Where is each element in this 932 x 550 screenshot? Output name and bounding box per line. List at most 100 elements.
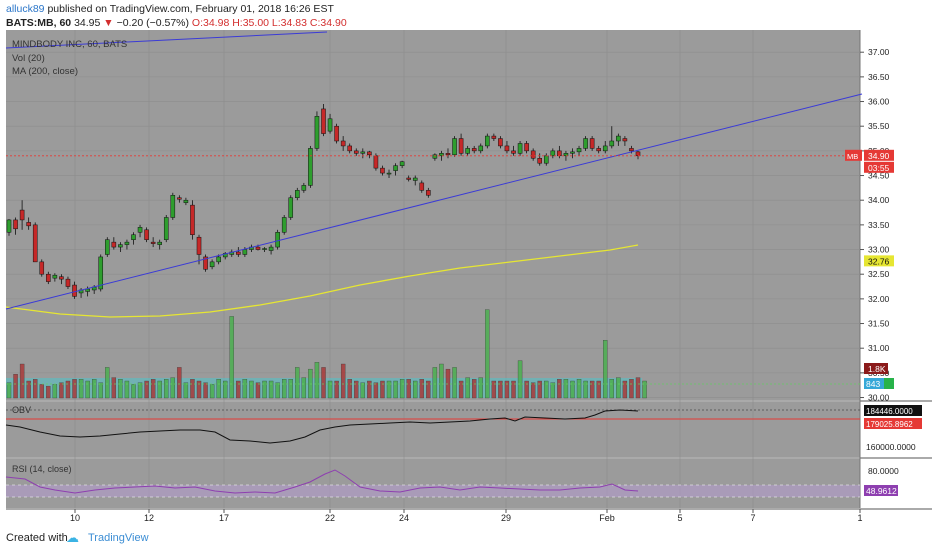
volume-bar [209,384,215,399]
volume-bar [419,379,424,399]
candle [105,237,110,257]
volume-bar [360,382,365,399]
price-tick-label: 31.00 [868,343,890,353]
time-tick-label: 5 [677,513,682,523]
volume-bar [367,380,372,399]
candle-body [144,229,149,240]
price-tick-label: 34.00 [868,195,890,205]
tradingview-brand[interactable]: TradingView [88,532,149,544]
candle [334,123,339,144]
volume-bar [530,382,536,399]
candle-body [478,145,484,152]
time-tick-label: 17 [219,513,229,523]
rsi-value-label: 48.9612 [866,486,897,496]
candle [314,111,320,151]
candle-body [105,239,110,255]
volume-bar [465,377,470,399]
volume-bar [249,380,254,399]
obv-signal-label: 179025.8962 [866,420,913,429]
time-tick-label: 1 [857,513,862,523]
candle-body [288,197,294,218]
candle-body [393,165,398,171]
legend-ma: MA (200, close) [12,66,78,77]
volume-bar [491,380,497,399]
candle-body [589,138,595,149]
candle-body [163,217,169,240]
price-tick-label: 31.50 [868,319,890,329]
candle-body [59,276,64,280]
candle-body [170,195,176,218]
volume-bar [91,379,97,399]
candle-body [150,241,156,244]
candle-body [72,284,77,297]
volume-bar [340,363,346,399]
candle [321,104,326,137]
volume-bar [236,380,241,399]
candle-body [295,190,300,198]
price-tick-label: 33.00 [868,245,890,255]
candle-body [530,150,536,159]
volume-bar [445,368,451,399]
volume-bar [603,340,608,399]
candle [281,215,287,235]
candle-body [124,241,130,245]
legend-rsi: RSI (14, close) [12,464,72,474]
rsi-pane [6,459,860,508]
candle-body [380,167,385,174]
volume-bar [622,380,628,399]
candle-body [360,151,366,154]
candle-body [255,246,261,250]
time-tick-label: 22 [325,513,335,523]
candle-body [6,219,12,233]
chart-canvas[interactable]: 101217222429Feb57137.0036.5036.0035.5035… [0,0,932,525]
volume-bar [504,380,510,399]
volume-bar [642,380,647,399]
volume-bar [596,380,601,399]
volume-bar [406,379,411,399]
candle-body [32,224,38,263]
candle-body [458,138,464,154]
volume-bar [576,379,582,399]
candle-body [465,148,470,154]
volume-bar [170,377,175,399]
volume-bar [537,380,542,399]
candle-body [268,246,274,251]
volume-bar [439,363,444,399]
time-tick-label: 10 [70,513,80,523]
candle-body [131,234,136,240]
price-tick-label: 30.00 [868,393,890,403]
candle-body [432,154,438,159]
candle-body [177,197,182,200]
candle-body [301,185,307,191]
candle-body [196,236,202,255]
volume-bar [301,377,307,399]
volume-avg-label: 843 [866,379,880,389]
candle-body [308,148,313,186]
volume-bar [616,377,621,399]
candle-body [209,261,215,268]
candle-body [321,108,326,134]
candle-body [242,249,248,255]
time-tick-label: 7 [750,513,755,523]
volume-bar [85,380,90,399]
candle-body [406,177,411,180]
volume-bar [59,382,64,399]
volume-bar [570,380,575,399]
candle-body [596,148,601,152]
candle-body [557,150,562,157]
volume-bar [105,367,110,399]
candle-body [386,172,392,175]
obv-tick-label: 160000.0000 [866,442,916,452]
volume-bar [144,380,149,399]
volume-bar [609,379,614,399]
candle-body [157,241,162,245]
candle-body [340,140,346,147]
candle-body [412,177,418,181]
candle-body [111,241,117,248]
volume-bar [52,384,58,399]
volume-bar [295,367,300,399]
volume-bar [458,380,464,399]
volume-bar [347,379,352,399]
volume-bar [19,363,25,399]
volume-bar [118,379,123,399]
